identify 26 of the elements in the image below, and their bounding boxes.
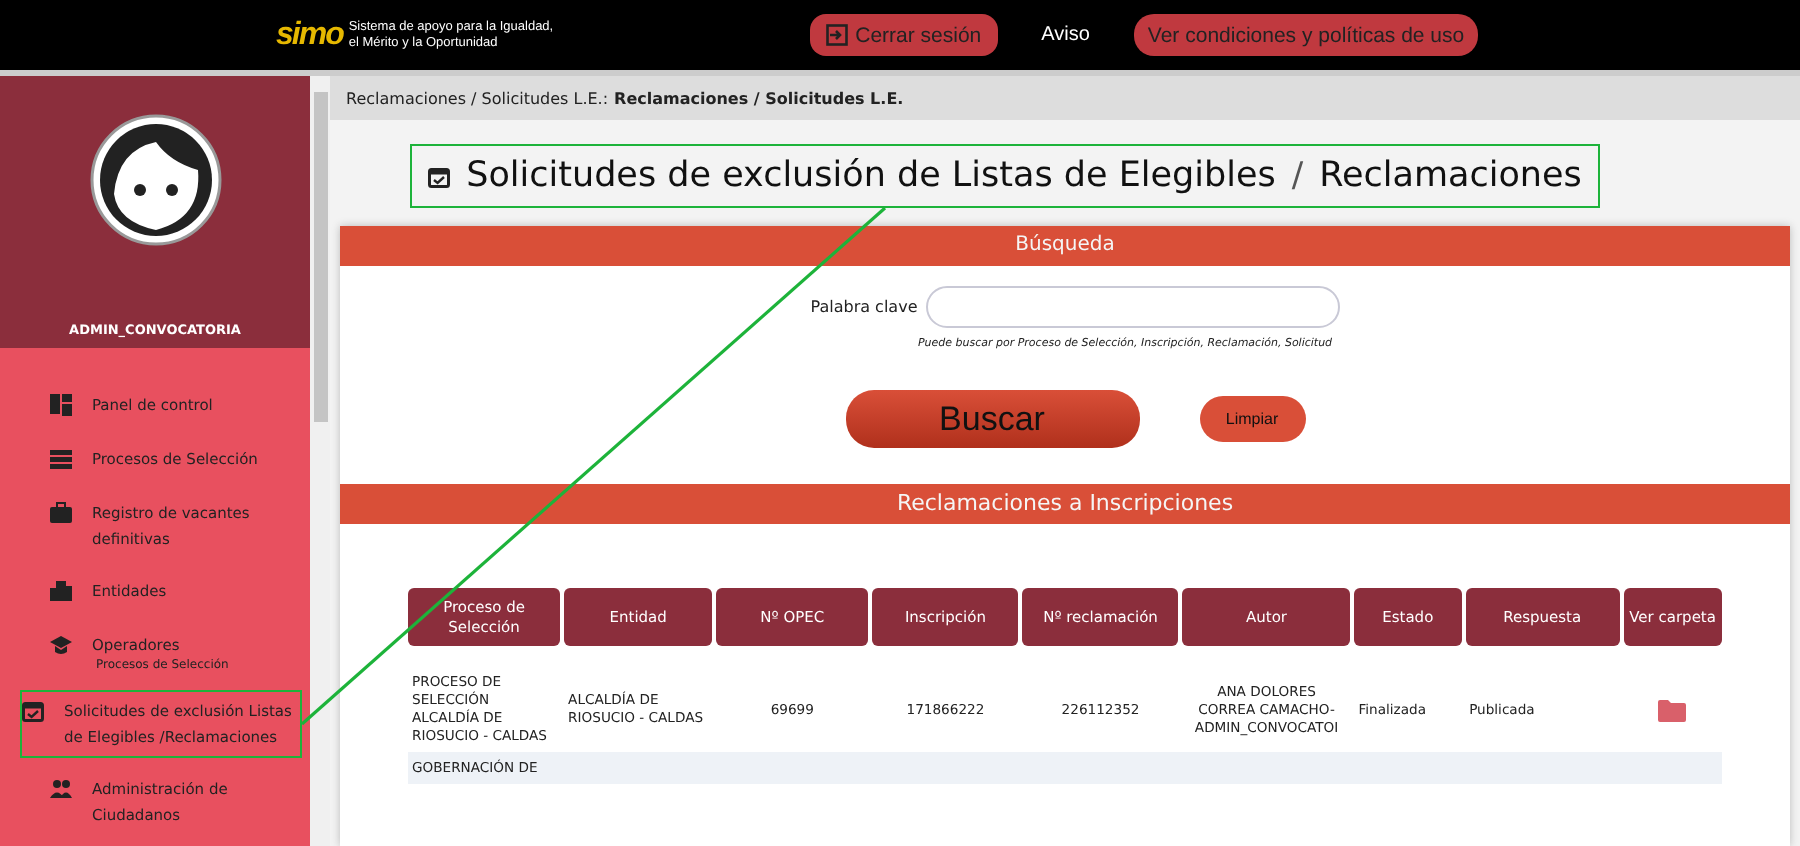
building-icon: [50, 580, 72, 602]
list-icon: [50, 448, 72, 470]
briefcase-icon: [50, 502, 72, 524]
field-label: Palabra clave: [810, 298, 918, 316]
section-header: Búsqueda: [340, 226, 1790, 266]
clear-button[interactable]: Limpiar: [1199, 396, 1305, 442]
people-icon: [50, 778, 72, 800]
logo: simo: [276, 17, 343, 53]
logout-button[interactable]: Cerrar sesión: [809, 14, 998, 56]
logout-icon: [825, 24, 848, 46]
dashboard-icon: [50, 394, 72, 416]
title-separator: /: [1291, 156, 1304, 196]
terms-button[interactable]: Ver condiciones y políticas de uso: [1133, 14, 1479, 56]
avatar-icon: [89, 114, 221, 246]
calendar-icon: [428, 165, 451, 187]
search-button[interactable]: Buscar: [845, 390, 1139, 448]
folder-icon[interactable]: [1658, 699, 1687, 721]
page-subtitle: Reclamaciones: [1319, 156, 1582, 196]
notice-link[interactable]: Aviso: [1041, 24, 1090, 46]
calendar-icon: [22, 700, 44, 722]
section-header: Reclamaciones a Inscripciones: [340, 484, 1790, 524]
breadcrumb-current: Reclamaciones / Solicitudes L.E.: [614, 89, 904, 107]
keyword-field[interactable]: [925, 286, 1340, 328]
graduation-cap-icon: [50, 634, 72, 656]
breadcrumb-path: Reclamaciones / Solicitudes L.E.:: [346, 89, 609, 107]
page-title: Solicitudes de exclusión de Listas de Elegibles: [466, 156, 1276, 196]
